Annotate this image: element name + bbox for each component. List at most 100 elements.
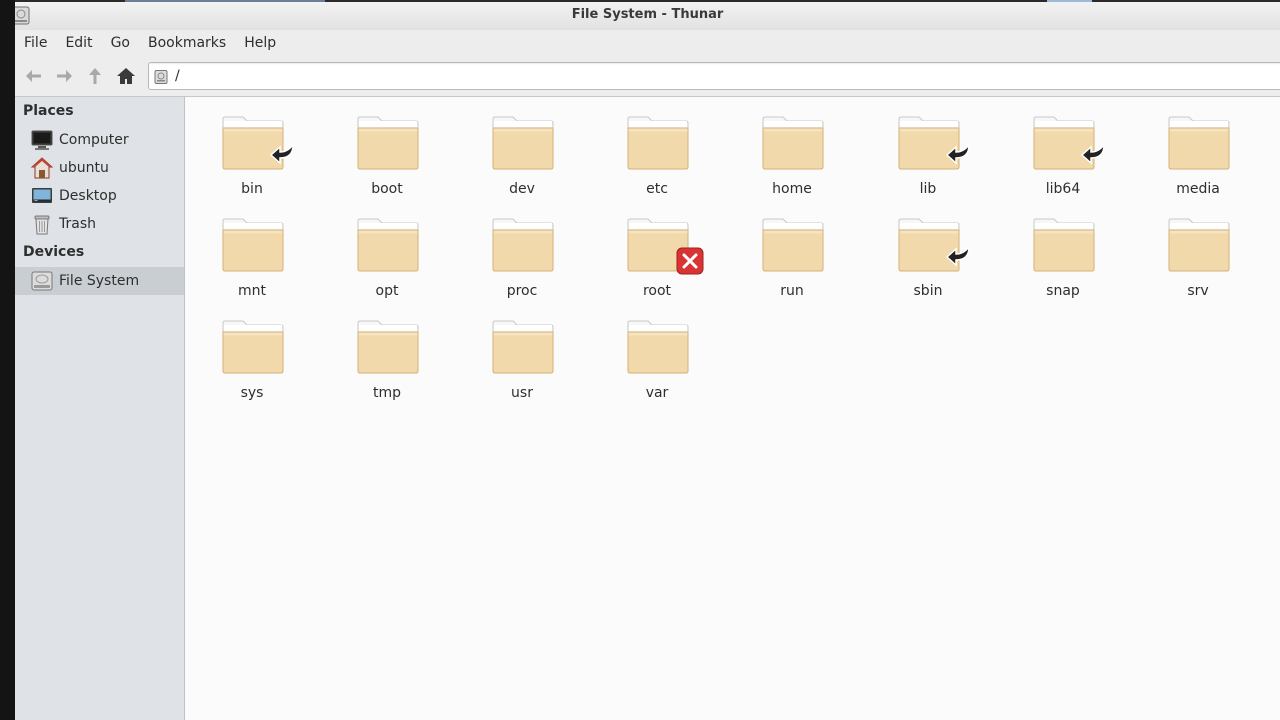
drive-harddisk-icon: [31, 270, 53, 292]
location-bar[interactable]: /: [148, 62, 1280, 90]
folder-name: lib: [919, 181, 937, 197]
sidebar-item-label: File System: [59, 273, 140, 289]
folder-icon: [1168, 218, 1230, 272]
folder-item-snap[interactable]: snap: [1013, 203, 1113, 299]
sidebar-item-label: Trash: [59, 216, 96, 232]
folder-item-run[interactable]: run: [742, 203, 842, 299]
symlink-emblem-icon: [269, 142, 294, 165]
folder-name: sys: [240, 385, 264, 401]
folder-name: var: [645, 385, 669, 401]
arrow-right-icon: [57, 70, 72, 82]
drive-harddisk-icon: [154, 70, 168, 84]
home-button[interactable]: [114, 64, 138, 88]
menu-edit[interactable]: Edit: [56, 30, 101, 56]
trash-icon: [31, 213, 53, 235]
folder-item-home[interactable]: home: [742, 101, 842, 197]
symlink-emblem-icon: [945, 244, 970, 267]
sidebar-item-computer[interactable]: Computer: [15, 126, 184, 154]
sidebar: Places Computer ubuntu Desktop Trash Dev…: [15, 97, 185, 720]
folder-name: media: [1176, 181, 1220, 197]
folder-icon: [627, 320, 689, 374]
folder-name: snap: [1046, 283, 1080, 299]
folder-name: sbin: [913, 283, 943, 299]
sidebar-item-file-system[interactable]: File System: [15, 267, 184, 295]
arrow-up-icon: [89, 68, 101, 84]
symlink-emblem-icon: [945, 142, 970, 165]
folder-item-sys[interactable]: sys: [202, 305, 302, 401]
forward-button[interactable]: [52, 64, 76, 88]
folder-icon: [357, 116, 419, 170]
folder-item-bin[interactable]: bin: [202, 101, 302, 197]
back-button[interactable]: [22, 64, 46, 88]
sidebar-header-devices: Devices: [23, 244, 85, 260]
folder-icon: [492, 320, 554, 374]
folder-item-etc[interactable]: etc: [607, 101, 707, 197]
toolbar: /: [15, 56, 1280, 96]
folder-item-root[interactable]: root: [607, 203, 707, 299]
symlink-emblem-icon: [1080, 142, 1105, 165]
folder-icon: [357, 218, 419, 272]
folder-icon: [1033, 218, 1095, 272]
folder-name: proc: [506, 283, 538, 299]
folder-name: tmp: [372, 385, 401, 401]
folder-name: mnt: [238, 283, 266, 299]
sidebar-item-trash[interactable]: Trash: [15, 210, 184, 238]
folder-item-usr[interactable]: usr: [472, 305, 572, 401]
folder-name: opt: [375, 283, 399, 299]
sidebar-item-label: Computer: [59, 132, 129, 148]
folder-icon: [762, 218, 824, 272]
thunar-window: File System - Thunar File Edit Go Bookma…: [15, 0, 1280, 720]
unreadable-emblem-icon: [676, 247, 704, 275]
computer-icon: [31, 129, 53, 151]
location-path: /: [175, 68, 180, 84]
folder-name: usr: [511, 385, 533, 401]
title-accent: [125, 0, 325, 2]
folder-name: bin: [241, 181, 263, 197]
folder-icon: [627, 116, 689, 170]
folder-item-srv[interactable]: srv: [1148, 203, 1248, 299]
folder-item-media[interactable]: media: [1148, 101, 1248, 197]
folder-icon: [492, 218, 554, 272]
folder-item-var[interactable]: var: [607, 305, 707, 401]
folder-item-mnt[interactable]: mnt: [202, 203, 302, 299]
folder-item-opt[interactable]: opt: [337, 203, 437, 299]
menu-bar: File Edit Go Bookmarks Help: [15, 30, 1280, 56]
folder-item-lib64[interactable]: lib64: [1013, 101, 1113, 197]
folder-name: boot: [371, 181, 403, 197]
folder-item-lib[interactable]: lib: [878, 101, 978, 197]
folder-icon: [357, 320, 419, 374]
sidebar-item-ubuntu[interactable]: ubuntu: [15, 154, 184, 182]
menu-file[interactable]: File: [15, 30, 56, 56]
folder-item-boot[interactable]: boot: [337, 101, 437, 197]
folder-name: run: [780, 283, 804, 299]
sidebar-item-desktop[interactable]: Desktop: [15, 182, 184, 210]
menu-bookmarks[interactable]: Bookmarks: [139, 30, 235, 56]
home-icon: [117, 68, 135, 84]
file-view[interactable]: bin boot dev etc home lib lib64 media mnt opt proc…: [185, 97, 1280, 720]
sidebar-item-label: Desktop: [59, 188, 117, 204]
folder-icon: [762, 116, 824, 170]
folder-item-tmp[interactable]: tmp: [337, 305, 437, 401]
title-accent: [1047, 0, 1092, 2]
folder-name: root: [642, 283, 672, 299]
menu-help[interactable]: Help: [235, 30, 285, 56]
folder-name: lib64: [1045, 181, 1081, 197]
folder-name: home: [772, 181, 812, 197]
folder-icon: [1168, 116, 1230, 170]
folder-icon: [222, 320, 284, 374]
folder-name: srv: [1187, 283, 1209, 299]
desktop-icon: [31, 185, 53, 207]
user-home-icon: [31, 157, 53, 179]
title-bar[interactable]: File System - Thunar: [15, 0, 1280, 30]
folder-name: etc: [646, 181, 668, 197]
folder-item-sbin[interactable]: sbin: [878, 203, 978, 299]
arrow-left-icon: [26, 70, 41, 82]
folder-icon: [492, 116, 554, 170]
menu-go[interactable]: Go: [102, 30, 139, 56]
folder-item-proc[interactable]: proc: [472, 203, 572, 299]
sidebar-item-label: ubuntu: [59, 160, 109, 176]
folder-name: dev: [509, 181, 535, 197]
window-title: File System - Thunar: [571, 7, 724, 22]
folder-item-dev[interactable]: dev: [472, 101, 572, 197]
up-button[interactable]: [83, 64, 107, 88]
